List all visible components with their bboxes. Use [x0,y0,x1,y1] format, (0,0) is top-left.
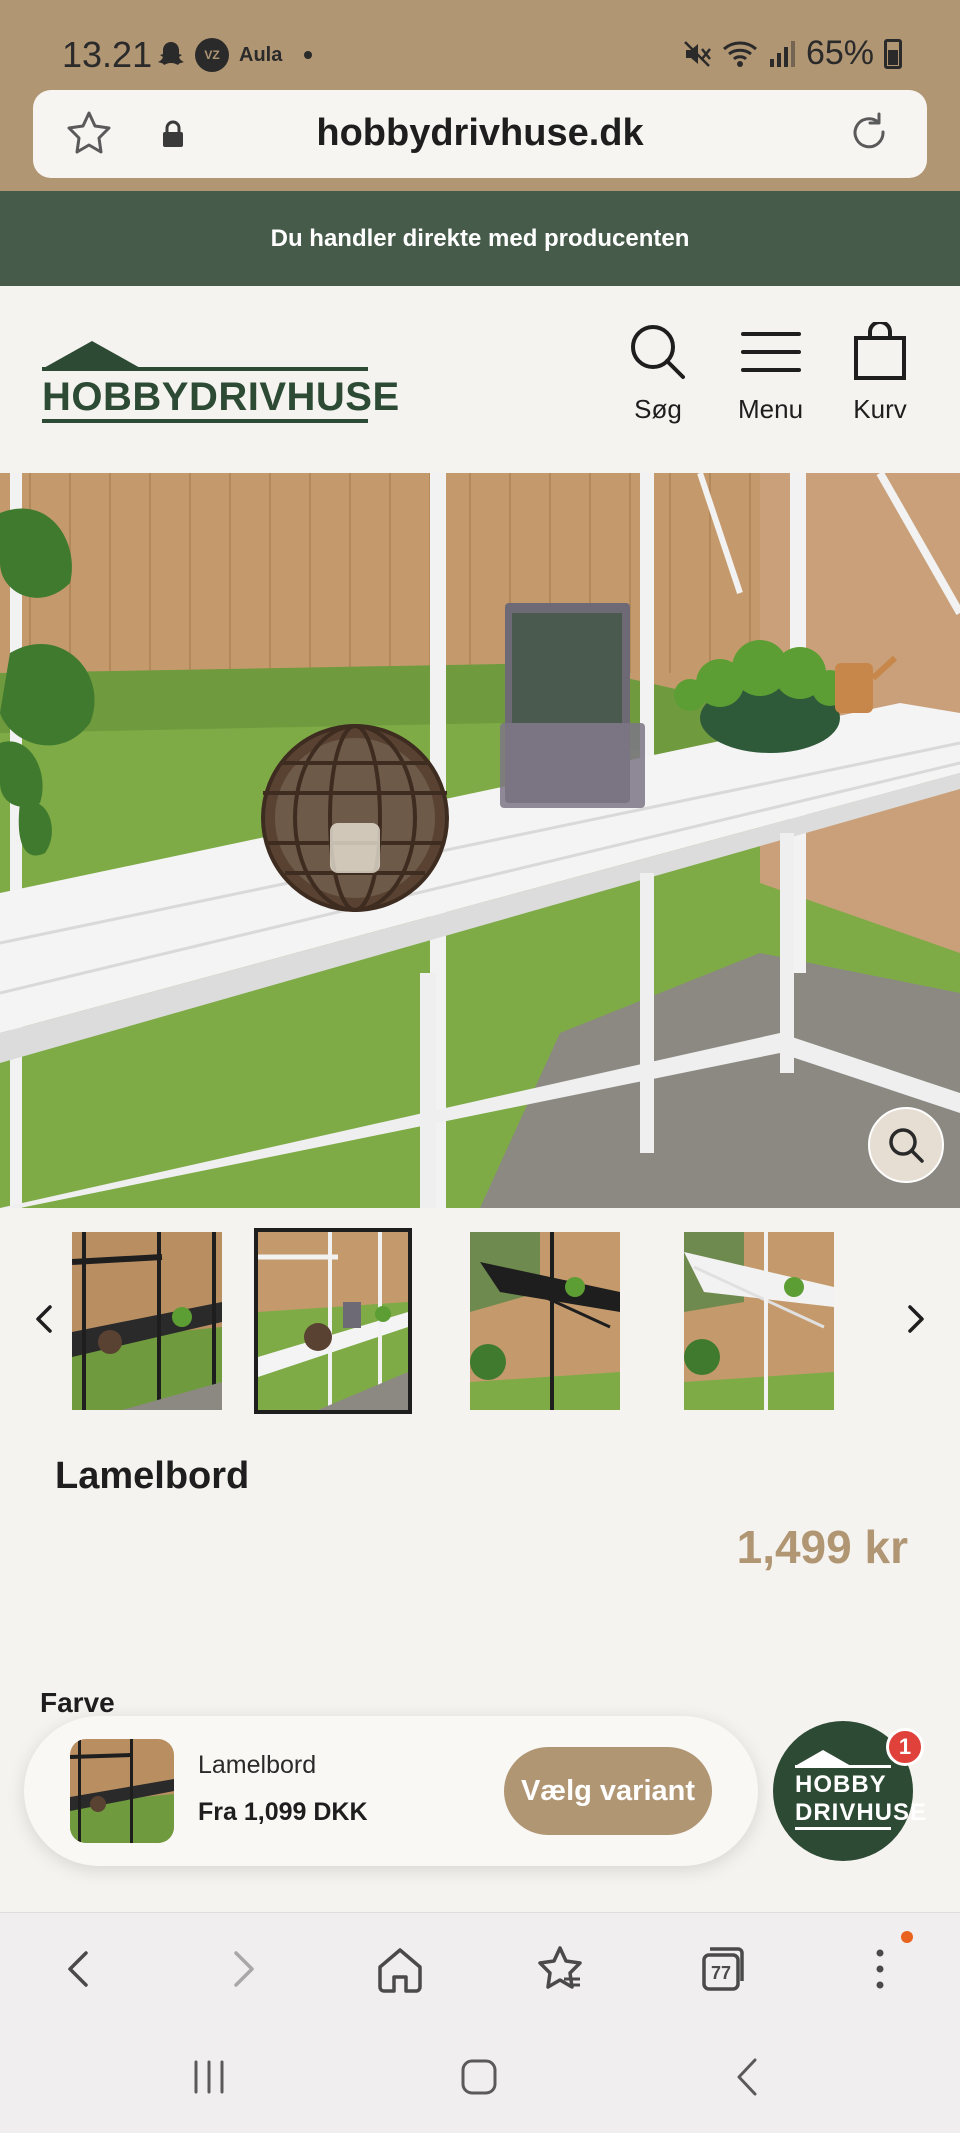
browser-tabs-button[interactable]: 77 [692,1941,748,1997]
menu-label: Menu [738,394,804,424]
hamburger-menu-icon [740,332,801,372]
thumbnail-next-arrow-icon[interactable] [900,1304,930,1334]
thumbnail-white-table-image [258,1232,408,1410]
announcement-bar: Du handler direkte med producenten [0,191,960,286]
badge-roof-shape [795,1750,851,1766]
cart-label: Kurv [853,394,907,424]
url-bar[interactable]: hobbydrivhuse.dk [33,90,927,178]
sticky-thumbnail-image [70,1739,174,1843]
sticky-product-thumbnail [70,1739,174,1843]
status-right-icons: 65% [682,34,902,73]
search-label: Søg [634,394,682,424]
thumbnail-3[interactable] [470,1232,620,1410]
shopping-bag-icon [854,322,906,380]
recent-apps-icon[interactable] [186,2054,232,2100]
browser-home-icon[interactable] [372,1941,428,1997]
notification-count-badge: 1 [886,1728,924,1766]
snapchat-icon [158,42,184,65]
system-navigation-bar [0,2024,960,2133]
logo-roof-shape [42,341,142,369]
sticky-variant-bar: Lamelbord Fra 1,099 DKK Vælg variant [24,1716,758,1866]
system-home-icon[interactable] [456,2054,502,2100]
color-option-label: Farve [40,1687,115,1718]
browser-back-icon[interactable] [52,1941,108,1997]
thumbnail-prev-arrow-icon[interactable] [30,1304,60,1334]
menu-button[interactable]: Menu [738,322,803,425]
logo-text: HOBBYDRIVHUSE [42,375,400,419]
search-button[interactable]: Søg [628,322,688,425]
url-domain[interactable]: hobbydrivhuse.dk [33,112,927,155]
sticky-product-price: Fra 1,099 DKK [198,1798,368,1826]
greenhouse-table-photo [0,473,960,1208]
product-thumbnail-carousel [0,1208,960,1418]
product-main-image[interactable] [0,473,960,1208]
system-back-icon[interactable] [726,2054,772,2100]
thumbnail-white-shelf-image [684,1232,834,1410]
product-price: 1,499 kr [736,1521,908,1573]
logo-bottom-rule [42,419,368,423]
vz-icon: VZ [195,38,229,72]
product-title: Lamelbord [55,1455,250,1497]
sticky-product-name: Lamelbord [198,1751,317,1779]
update-notification-dot [901,1931,913,1943]
battery-percent: 65% [805,34,874,72]
status-notification-icons: VZ Aula [155,38,313,72]
badge-rule-bottom [795,1827,891,1830]
browser-bookmarks-icon[interactable] [532,1941,588,1997]
browser-forward-icon[interactable] [214,1941,270,1997]
browser-top-chrome: 13.21 VZ Aula 65% hobbydrivhuse.dk [0,0,960,191]
cart-button[interactable]: Kurv [850,322,910,425]
thumbnail-4[interactable] [684,1232,834,1410]
logo-top-rule [42,367,368,371]
announcement-text: Du handler direkte med producenten [270,224,690,252]
status-time: 13.21 [62,34,153,75]
badge-text-line2: DRIVHUSE [795,1799,928,1826]
image-zoom-button[interactable] [868,1107,944,1183]
signal-icon [769,40,795,67]
browser-more-options-icon[interactable] [852,1941,908,1997]
thumbnail-1[interactable] [72,1232,222,1410]
search-icon [631,325,685,379]
site-header: HOBBYDRIVHUSE Søg Menu Kurv [0,286,960,473]
badge-text-line1: HOBBY [795,1771,887,1798]
thumbnail-black-shelf-image [470,1232,620,1410]
badge-rule-top [795,1765,891,1768]
aula-icon: Aula [239,43,283,66]
reload-icon[interactable] [843,108,895,160]
zoom-search-icon [889,1128,924,1163]
site-logo[interactable]: HOBBYDRIVHUSE [42,341,399,427]
thumbnail-2[interactable] [254,1228,412,1414]
more-notifications-dot-icon [304,51,313,59]
battery-icon [884,38,902,69]
thumbnail-black-table-image [72,1232,222,1410]
browser-bottom-toolbar: 77 [0,1912,960,2024]
tabs-count: 77 [710,1963,732,1983]
status-bar: 13.21 VZ Aula 65% [0,0,960,90]
mute-icon [684,40,711,67]
wifi-icon [722,41,757,67]
choose-variant-button[interactable]: Vælg variant [504,1747,712,1835]
